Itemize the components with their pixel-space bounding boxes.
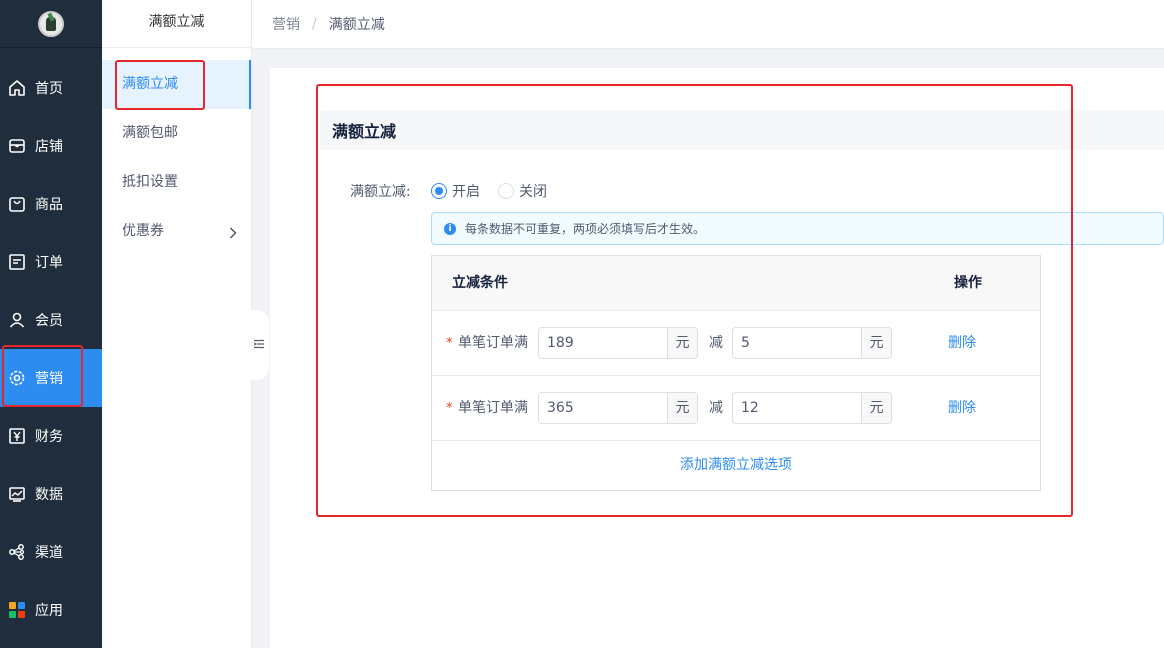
chart-icon: [8, 485, 26, 503]
home-icon: [8, 79, 26, 97]
breadcrumb-parent[interactable]: 营销: [272, 14, 300, 34]
nav-item-goods[interactable]: 商品: [0, 175, 102, 233]
nav-item-members[interactable]: 会员: [0, 291, 102, 349]
discount-value[interactable]: 5: [733, 328, 861, 358]
row-label: 单笔订单满: [458, 335, 528, 351]
notice-text: 每条数据不可重复，两项必须填写后才生效。: [465, 222, 706, 236]
nav-label-goods: 商品: [35, 197, 63, 213]
row-label: 单笔订单满: [458, 400, 528, 416]
radio-enable[interactable]: 开启: [431, 181, 480, 201]
sub-nav-title: 满额立减: [102, 0, 251, 48]
radio-disable-label: 关闭: [519, 184, 547, 200]
switch-label: 满额立减:: [350, 184, 411, 200]
nav-label-store: 店铺: [35, 139, 63, 155]
sidebar-collapse-handle[interactable]: [249, 310, 269, 380]
yen-icon: [8, 427, 26, 445]
table-row: * 单笔订单满 365 元 减 12 元 删除: [432, 376, 1040, 441]
yuan-suffix: 元: [861, 393, 891, 423]
sub-item-deduction-settings[interactable]: 抵扣设置: [102, 158, 251, 207]
delete-button[interactable]: 删除: [948, 311, 976, 376]
breadcrumb-separator: /: [312, 16, 317, 32]
discount-input[interactable]: 12 元: [732, 392, 892, 424]
nav-item-home[interactable]: 首页: [0, 59, 102, 117]
threshold-input[interactable]: 365 元: [538, 392, 698, 424]
nav-label-finance: 财务: [35, 429, 63, 445]
bag-icon: [8, 195, 26, 213]
sub-nav: 满额立减 满额立减 满额包邮 抵扣设置 优惠券: [102, 0, 252, 648]
sub-item-full-reduction[interactable]: 满额立减: [102, 60, 251, 109]
share-icon: [8, 543, 26, 561]
radio-circle-checked: [431, 183, 447, 199]
menu-fold-icon: [253, 337, 264, 353]
nav-label-channels: 渠道: [35, 545, 63, 561]
radio-enable-label: 开启: [452, 184, 480, 200]
logo-area: [0, 0, 102, 48]
nav-item-data[interactable]: 数据: [0, 465, 102, 523]
nav-label-home: 首页: [35, 81, 63, 97]
sub-item-free-shipping[interactable]: 满额包邮: [102, 109, 251, 158]
table-row: * 单笔订单满 189 元 减 5 元 删除: [432, 311, 1040, 376]
apps-icon: [8, 601, 26, 619]
notice-alert: i 每条数据不可重复，两项必须填写后才生效。: [431, 212, 1164, 245]
minus-label: 减: [709, 335, 723, 351]
gear-icon: [8, 369, 26, 387]
radio-disable[interactable]: 关闭: [498, 181, 547, 201]
avatar-logo[interactable]: [38, 10, 64, 37]
info-icon: i: [444, 222, 456, 235]
col-condition: 立减条件: [452, 275, 508, 291]
panel-title: 满额立减: [320, 110, 1164, 150]
nav-label-members: 会员: [35, 313, 63, 329]
delete-button[interactable]: 删除: [948, 376, 976, 441]
radio-circle-unchecked: [498, 183, 514, 199]
nav-label-apps: 应用: [35, 603, 63, 619]
nav-label-orders: 订单: [35, 255, 63, 271]
threshold-input[interactable]: 189 元: [538, 327, 698, 359]
threshold-value[interactable]: 365: [539, 393, 667, 423]
store-icon: [8, 137, 26, 155]
chevron-right-icon: [229, 207, 237, 256]
discount-value[interactable]: 12: [733, 393, 861, 423]
yuan-suffix: 元: [667, 393, 697, 423]
user-icon: [8, 311, 26, 329]
yuan-suffix: 元: [667, 328, 697, 358]
threshold-value[interactable]: 189: [539, 328, 667, 358]
breadcrumb-current: 满额立减: [328, 17, 385, 33]
sub-item-coupons[interactable]: 优惠券: [102, 207, 251, 256]
table-header: 立减条件 操作: [432, 256, 1040, 311]
discount-input[interactable]: 5 元: [732, 327, 892, 359]
minus-label: 减: [709, 400, 723, 416]
nav-item-finance[interactable]: 财务: [0, 407, 102, 465]
required-mark: *: [446, 401, 453, 416]
nav-item-store[interactable]: 店铺: [0, 117, 102, 175]
reduction-table: 立减条件 操作 * 单笔订单满 189 元 减 5 元 删除 * 单笔订单满 3…: [431, 255, 1041, 491]
add-option-button[interactable]: 添加满额立减选项: [432, 441, 1040, 490]
breadcrumb: 营销 / 满额立减: [252, 0, 1164, 49]
yuan-suffix: 元: [861, 328, 891, 358]
nav-label-data: 数据: [35, 487, 63, 503]
nav-item-orders[interactable]: 订单: [0, 233, 102, 291]
col-action: 操作: [954, 275, 982, 291]
main-nav: 首页 店铺 商品 订单 会员 营销 财务 数据 渠道 应用: [0, 0, 102, 648]
order-icon: [8, 253, 26, 271]
required-mark: *: [446, 336, 453, 351]
nav-item-marketing[interactable]: 营销: [0, 349, 102, 407]
nav-label-marketing: 营销: [35, 371, 63, 387]
sub-item-coupons-label: 优惠券: [122, 223, 164, 239]
nav-item-apps[interactable]: 应用: [0, 581, 102, 639]
nav-item-channels[interactable]: 渠道: [0, 523, 102, 581]
